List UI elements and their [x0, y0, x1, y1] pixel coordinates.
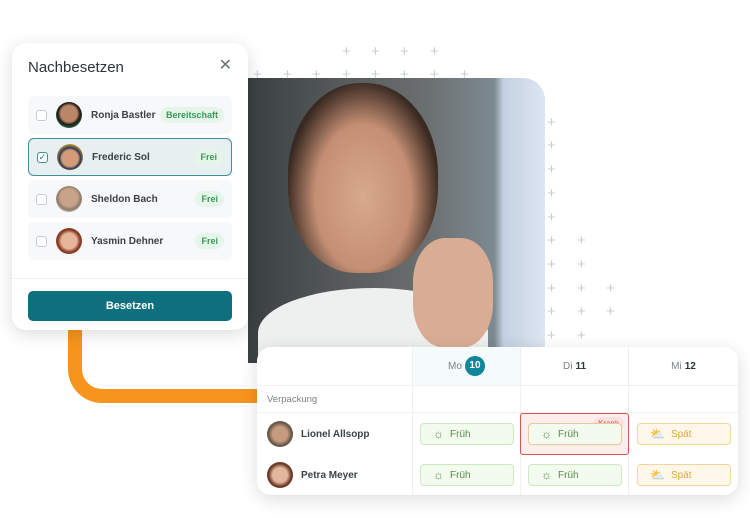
sunrise-icon: ☼	[433, 427, 444, 441]
status-badge: Frei	[195, 233, 224, 249]
candidate-row[interactable]: ✓ Frederic Sol Frei	[28, 138, 232, 176]
day-header-mi[interactable]: Mi 12	[628, 347, 738, 385]
status-badge: Frei	[194, 149, 223, 165]
avatar	[267, 421, 293, 447]
day-number: 11	[575, 360, 587, 372]
shift-frueh[interactable]: ☼ Früh	[528, 464, 622, 486]
employee-name: Lionel Allsopp	[301, 428, 370, 440]
cloud-sun-icon: ⛅	[650, 468, 665, 482]
sunrise-icon: ☼	[541, 468, 552, 482]
today-badge: 10	[464, 356, 485, 376]
shift-label: Spät	[670, 469, 692, 481]
candidate-name: Ronja Bastler	[91, 109, 156, 121]
candidate-row[interactable]: Ronja Bastler Bereitschaft	[28, 96, 232, 134]
status-badge: Bereitschaft	[159, 107, 224, 123]
candidate-row[interactable]: Yasmin Dehner Frei	[28, 222, 232, 260]
day-label: Di	[562, 360, 573, 372]
checkbox[interactable]	[36, 235, 47, 247]
sunrise-icon: ☼	[541, 427, 552, 441]
avatar	[56, 228, 82, 254]
shift-frueh[interactable]: ☼ Früh	[528, 423, 622, 445]
schedule-card: Mo10 Di11 Mi12 Verpackung Krank Lionel A…	[257, 347, 738, 495]
employee-row-label: Petra Meyer	[267, 462, 358, 488]
avatar	[56, 186, 82, 212]
shift-label: Früh	[558, 469, 579, 481]
checkbox-checked[interactable]: ✓	[37, 151, 48, 163]
day-number: 12	[684, 360, 696, 372]
dialog-title: Nachbesetzen	[28, 59, 124, 76]
avatar	[57, 144, 83, 170]
candidate-name: Sheldon Bach	[91, 193, 158, 205]
day-header-mo[interactable]: Mo 10	[412, 347, 520, 385]
day-label: Mo	[448, 360, 462, 372]
candidate-name: Yasmin Dehner	[91, 235, 164, 247]
divider	[12, 278, 248, 279]
besetzen-button[interactable]: Besetzen	[28, 291, 232, 321]
checkbox[interactable]	[36, 193, 47, 205]
avatar	[56, 102, 82, 128]
shift-frueh[interactable]: ☼ Früh	[420, 464, 514, 486]
checkbox[interactable]	[36, 109, 47, 121]
group-label: Verpackung	[257, 385, 738, 413]
shift-label: Spät	[670, 428, 692, 440]
employee-photo	[248, 78, 545, 363]
shift-label: Früh	[450, 428, 471, 440]
status-badge: Frei	[195, 191, 224, 207]
avatar	[267, 462, 293, 488]
employee-name: Petra Meyer	[301, 469, 358, 481]
cloud-sun-icon: ⛅	[650, 427, 665, 441]
shift-frueh[interactable]: ☼ Früh	[420, 423, 514, 445]
employee-row-label: Lionel Allsopp	[267, 421, 370, 447]
day-label: Mi	[671, 360, 682, 372]
shift-label: Früh	[558, 428, 579, 440]
close-icon[interactable]: ✕	[219, 55, 232, 75]
candidate-name: Frederic Sol	[92, 151, 150, 163]
day-header-di[interactable]: Di 11	[520, 347, 628, 385]
shift-spaet[interactable]: ⛅ Spät	[637, 464, 731, 486]
shift-spaet[interactable]: ⛅ Spät	[637, 423, 731, 445]
nachbesetzen-dialog: Nachbesetzen ✕ Ronja Bastler Bereitschaft…	[12, 43, 248, 330]
shift-label: Früh	[450, 469, 471, 481]
candidate-row[interactable]: Sheldon Bach Frei	[28, 180, 232, 218]
sunrise-icon: ☼	[433, 468, 444, 482]
